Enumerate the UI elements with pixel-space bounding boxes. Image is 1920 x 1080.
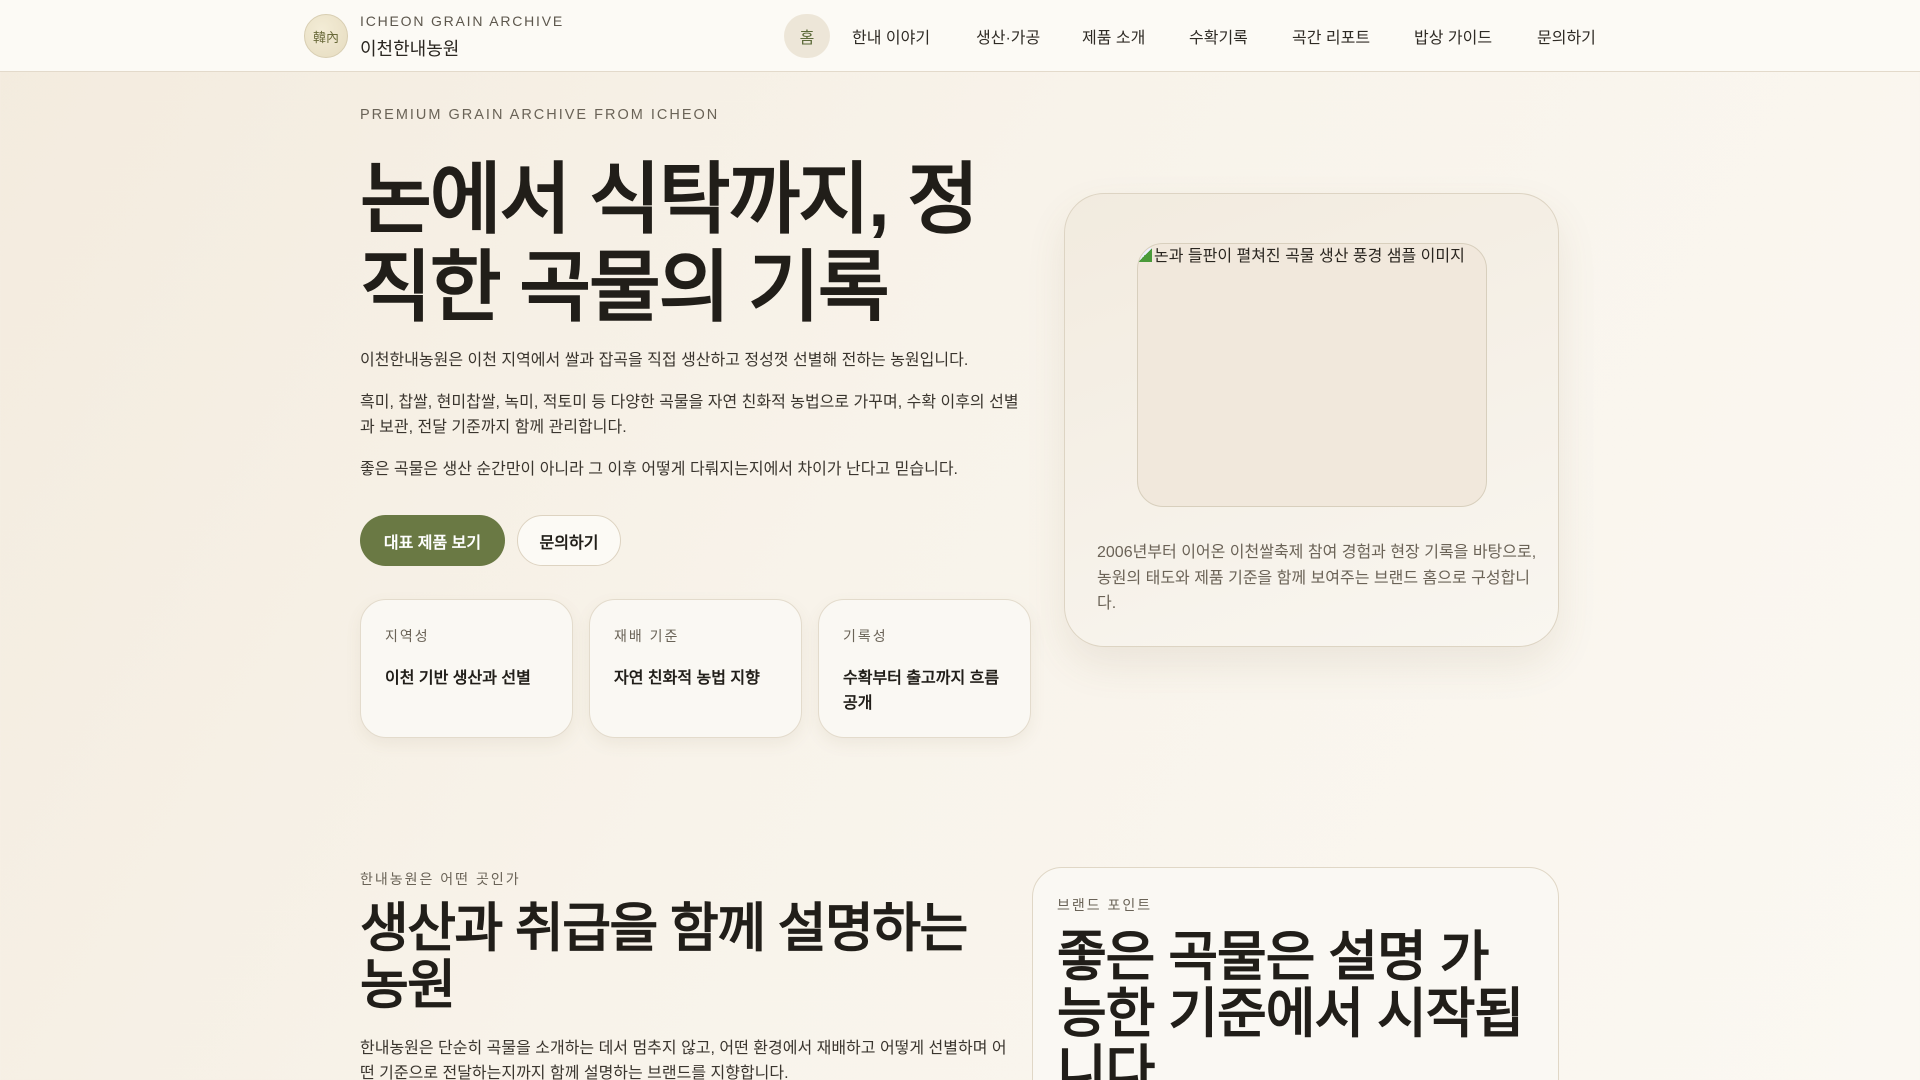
logo-emblem[interactable]: 韓內 — [304, 14, 348, 58]
feature-label: 기록성 — [843, 628, 888, 644]
nav-report[interactable]: 곡간 리포트 — [1292, 14, 1370, 58]
hero-title: 논에서 식탁까지, 정직한 곡물의 기록 — [360, 155, 979, 331]
nav-guide[interactable]: 밥상 가이드 — [1414, 14, 1492, 58]
landscape-image-placeholder: 논과 들판이 펼쳐진 곡물 생산 풍경 샘플 이미지 — [1137, 243, 1487, 507]
feature-label: 재배 기준 — [614, 628, 680, 644]
contact-button[interactable]: 문의하기 — [517, 515, 621, 566]
nav-products[interactable]: 제품 소개 — [1082, 14, 1145, 58]
feature-value: 수확부터 출고까지 흐름 공개 — [843, 670, 1000, 712]
brand-point-label: 브랜드 포인트 — [1057, 897, 1153, 913]
brand-english: ICHEON GRAIN ARCHIVE — [360, 13, 565, 29]
brand-point-title: 좋은 곡물은 설명 가능한 기준에서 시작됩니다 — [1057, 927, 1524, 1080]
nav-contact[interactable]: 문의하기 — [1537, 14, 1596, 58]
hero-paragraph: 흑미, 찹쌀, 현미찹쌀, 녹미, 적토미 등 다양한 곡물을 자연 친화적 농… — [360, 394, 1019, 436]
feature-card: 재배 기준 자연 친화적 농법 지향 — [589, 599, 802, 738]
nav-home[interactable]: 홈 — [784, 14, 830, 58]
feature-label: 지역성 — [385, 628, 430, 644]
feature-value: 자연 친화적 농법 지향 — [614, 670, 760, 687]
featured-products-button[interactable]: 대표 제품 보기 — [360, 515, 505, 566]
hero-image-card: 논과 들판이 펼쳐진 곡물 생산 풍경 샘플 이미지 2006년부터 이어온 이… — [1064, 193, 1559, 647]
nav-story[interactable]: 한내 이야기 — [852, 14, 930, 58]
nav-production[interactable]: 생산·가공 — [976, 14, 1040, 58]
hero-paragraph: 이천한내농원은 이천 지역에서 쌀과 잡곡을 직접 생산하고 정성껏 선별해 전… — [360, 352, 969, 369]
broken-image-icon — [1138, 248, 1152, 262]
image-alt-text: 논과 들판이 펼쳐진 곡물 생산 풍경 샘플 이미지 — [1154, 248, 1465, 265]
brand-point-card: 브랜드 포인트 좋은 곡물은 설명 가능한 기준에서 시작됩니다 — [1032, 867, 1559, 1080]
hero-paragraph: 좋은 곡물은 생산 순간만이 아니라 그 이후 어떻게 다뤄지는지에서 차이가 … — [360, 461, 958, 478]
about-eyebrow: 한내농원은 어떤 곳인가 — [360, 871, 521, 887]
nav-harvest[interactable]: 수확기록 — [1189, 14, 1248, 58]
feature-value: 이천 기반 생산과 선별 — [385, 670, 531, 687]
site-header: 韓內 ICHEON GRAIN ARCHIVE 이천한내농원 홈 한내 이야기 … — [0, 0, 1920, 72]
hero-eyebrow: PREMIUM GRAIN ARCHIVE FROM ICHEON — [360, 107, 720, 123]
about-paragraph: 한내농원은 단순히 곡물을 소개하는 데서 멈추지 않고, 어떤 환경에서 재배… — [360, 1040, 1007, 1080]
feature-card: 지역성 이천 기반 생산과 선별 — [360, 599, 573, 738]
image-caption: 2006년부터 이어온 이천쌀축제 참여 경험과 현장 기록을 바탕으로, 농원… — [1097, 544, 1537, 612]
feature-card: 기록성 수확부터 출고까지 흐름 공개 — [818, 599, 1031, 738]
brand-name[interactable]: 이천한내농원 — [360, 35, 459, 61]
about-title: 생산과 취급을 함께 설명하는 농원 — [360, 899, 968, 1015]
